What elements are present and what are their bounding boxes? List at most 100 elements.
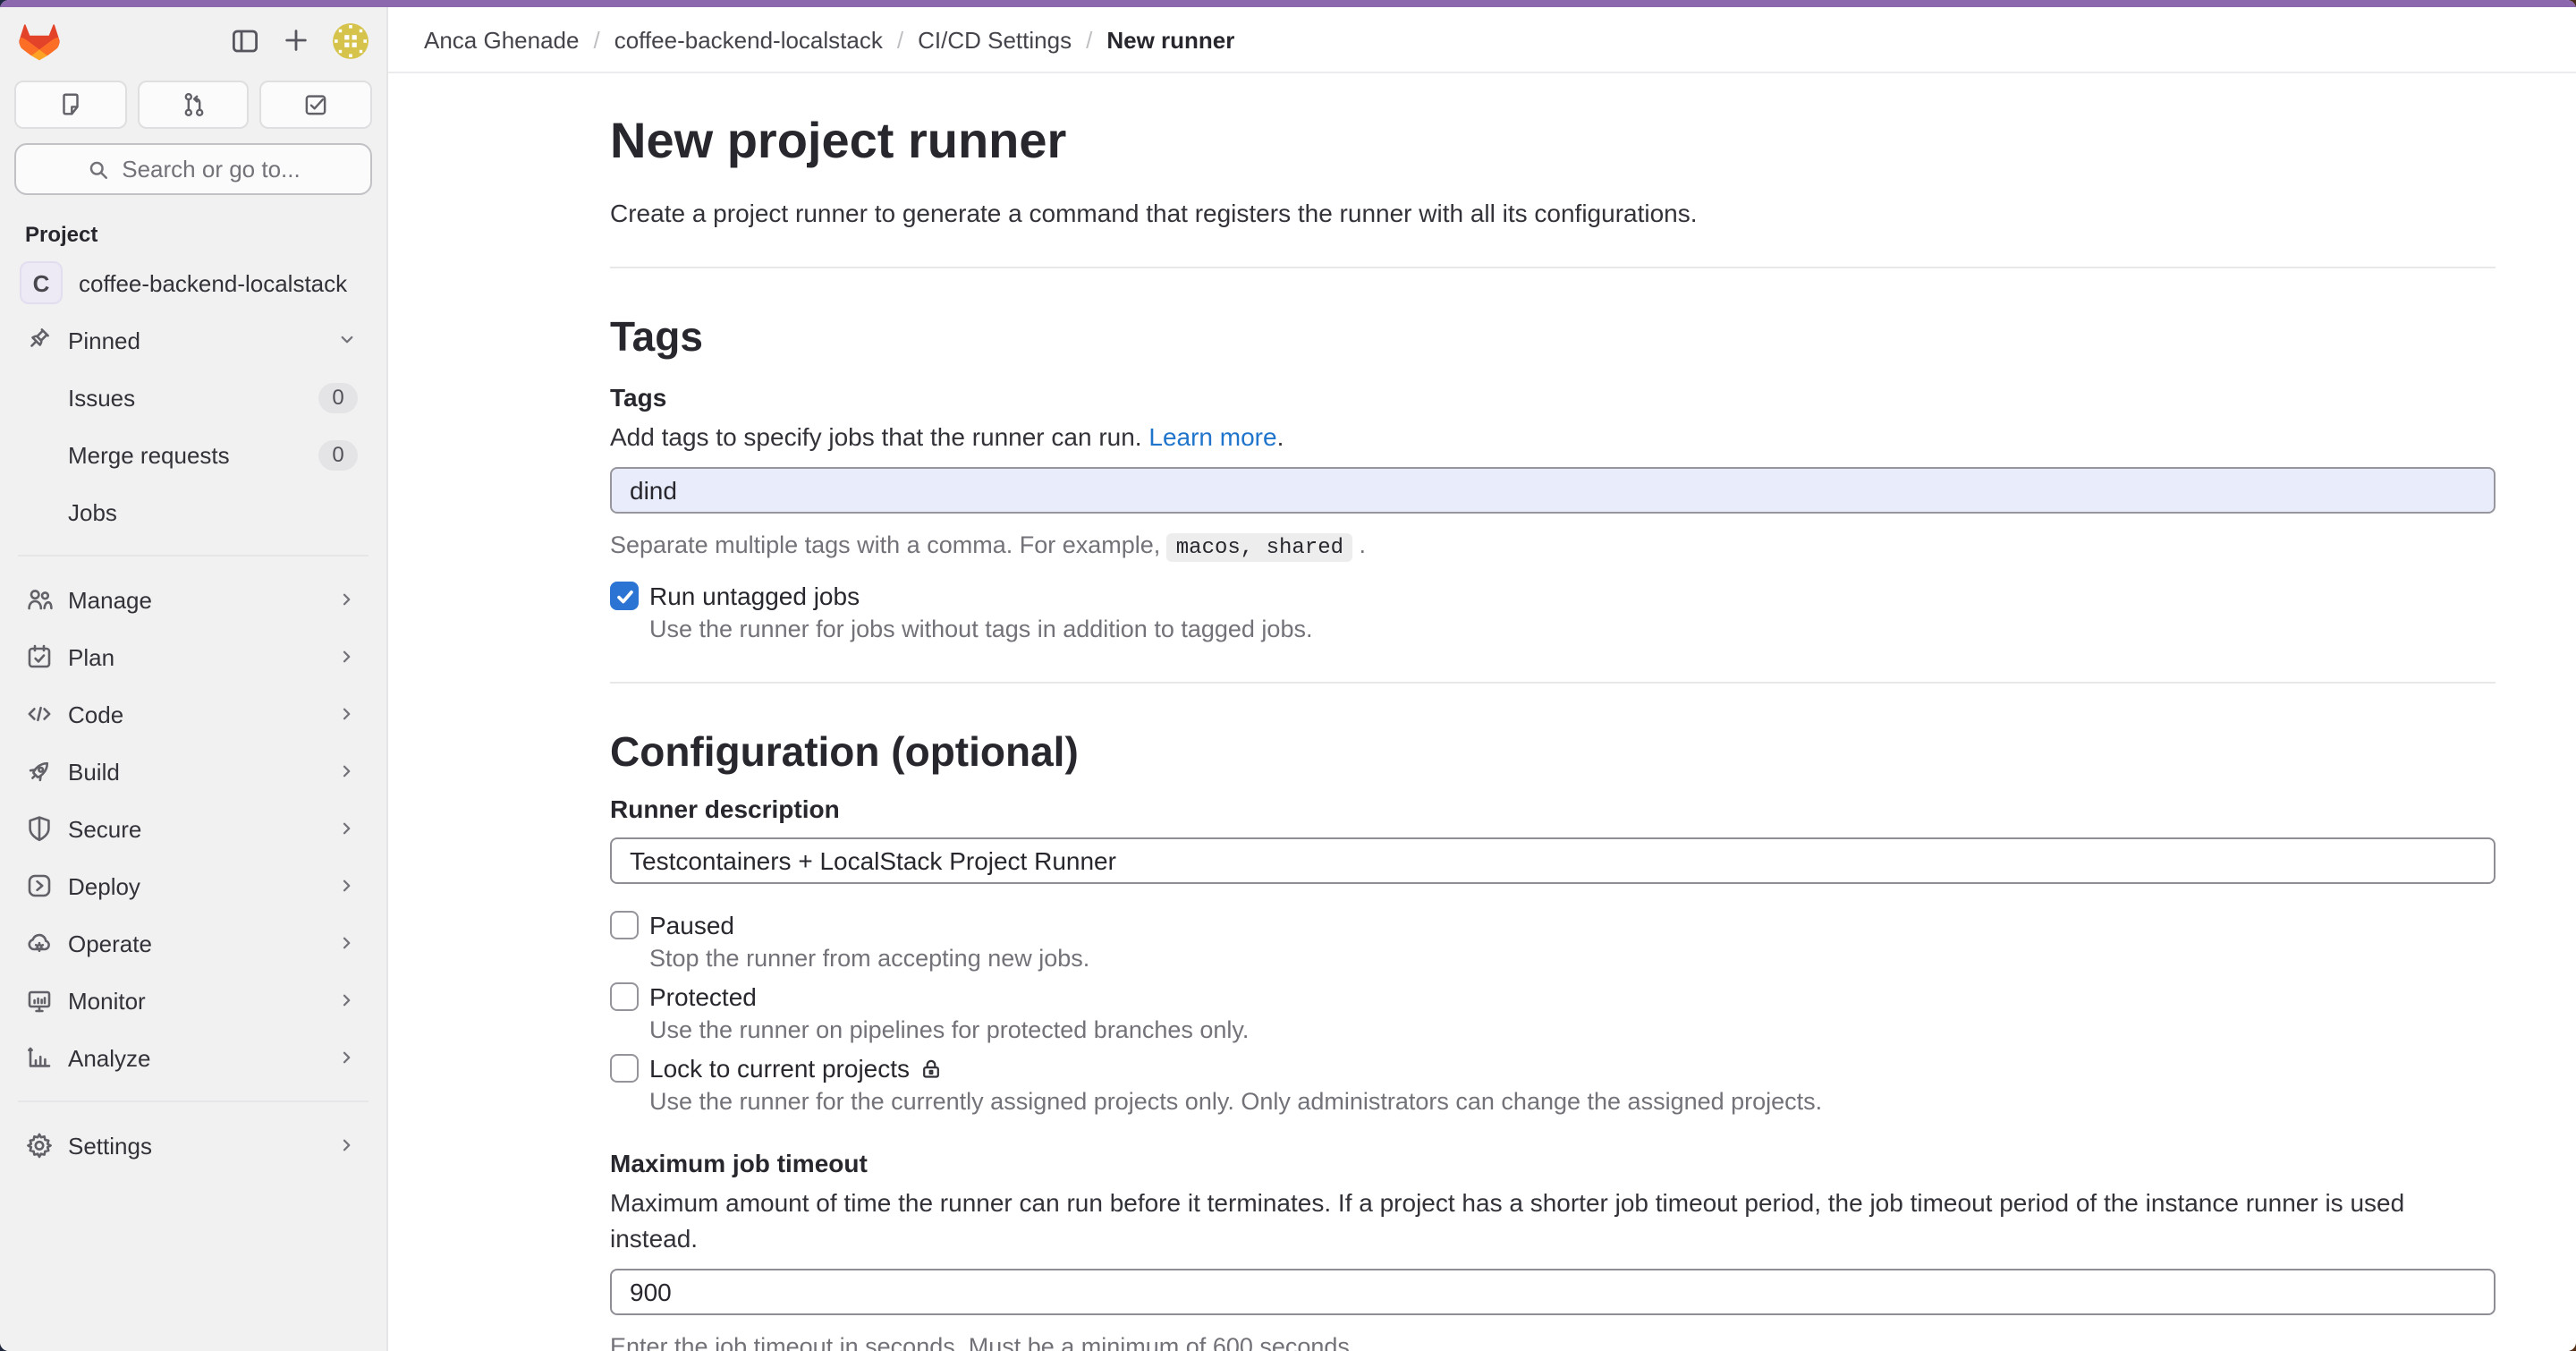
chevron-right-icon [336, 646, 358, 667]
breadcrumb-link-cicd-settings[interactable]: CI/CD Settings [918, 26, 1072, 53]
breadcrumb-link-user[interactable]: Anca Ghenade [424, 26, 579, 53]
sidebar-item-project[interactable]: C coffee-backend-localstack [14, 256, 372, 310]
run-untagged-jobs-row: Run untagged jobs Use the runner for job… [610, 580, 2496, 646]
protected-checkbox[interactable] [610, 982, 639, 1011]
rocket-icon [25, 757, 54, 786]
monitor-icon [25, 986, 54, 1015]
tags-hint: Separate multiple tags with a comma. For… [610, 528, 2496, 565]
gear-icon [25, 1131, 54, 1160]
merge-requests-count-badge: 0 [318, 439, 358, 470]
runner-description-label: Runner description [610, 794, 2496, 825]
tags-input[interactable] [610, 467, 2496, 514]
run-untagged-jobs-help: Use the runner for jobs without tags in … [649, 614, 1312, 646]
todos-shortcut-button[interactable] [260, 81, 372, 129]
calendar-check-icon [25, 642, 54, 671]
issues-shortcut-button[interactable] [14, 81, 126, 129]
merge-requests-shortcut-button[interactable] [137, 81, 249, 129]
sidebar-item-code[interactable]: Code [14, 687, 372, 741]
search-icon [86, 157, 111, 182]
lock-to-current-projects-help: Use the runner for the currently assigne… [649, 1086, 1822, 1118]
maximum-job-timeout-label: Maximum job timeout [610, 1149, 2496, 1179]
run-untagged-jobs-checkbox[interactable] [610, 582, 639, 610]
shield-icon [25, 814, 54, 843]
breadcrumb-separator: / [1086, 26, 1092, 53]
code-icon [25, 700, 54, 728]
sidebar-item-monitor[interactable]: Monitor [14, 973, 372, 1027]
plus-icon[interactable] [283, 27, 309, 54]
section-divider [610, 267, 2496, 268]
project-name: coffee-backend-localstack [79, 269, 372, 296]
chevron-right-icon [336, 818, 358, 839]
pinned-label: Pinned [68, 327, 336, 353]
paused-label[interactable]: Paused [649, 909, 1089, 941]
sidebar-item-issues[interactable]: Issues 0 [14, 370, 372, 424]
issues-icon [57, 91, 84, 118]
chevron-right-icon [336, 1134, 358, 1156]
paused-row: Paused Stop the runner from accepting ne… [610, 909, 2496, 975]
sidebar-item-pinned[interactable]: Pinned [14, 313, 372, 367]
section-divider [610, 682, 2496, 684]
breadcrumb-link-project[interactable]: coffee-backend-localstack [614, 26, 883, 53]
run-untagged-jobs-label[interactable]: Run untagged jobs [649, 580, 1312, 612]
sidebar-item-build[interactable]: Build [14, 744, 372, 798]
protected-help: Use the runner on pipelines for protecte… [649, 1015, 1249, 1047]
sidebar-section-label: Project [25, 222, 386, 247]
page-title: New project runner [610, 109, 2496, 174]
chevron-right-icon [336, 703, 358, 725]
deploy-icon [25, 871, 54, 900]
paused-help: Stop the runner from accepting new jobs. [649, 943, 1089, 975]
maximum-job-timeout-input[interactable] [610, 1269, 2496, 1315]
chevron-right-icon [336, 932, 358, 954]
sidebar-item-analyze[interactable]: Analyze [14, 1031, 372, 1084]
search-placeholder: Search or go to... [122, 156, 300, 183]
learn-more-link[interactable]: Learn more [1148, 422, 1276, 451]
sidebar-item-plan[interactable]: Plan [14, 630, 372, 684]
chevron-down-icon [336, 329, 358, 351]
tags-section-heading: Tags [610, 311, 2496, 361]
chevron-right-icon [336, 990, 358, 1011]
maximum-job-timeout-description: Maximum amount of time the runner can ru… [610, 1185, 2496, 1256]
pin-icon [25, 326, 54, 354]
lock-to-current-projects-checkbox[interactable] [610, 1054, 639, 1083]
runner-description-input[interactable] [610, 837, 2496, 884]
sidebar-item-jobs[interactable]: Jobs [14, 485, 372, 539]
window-accent-bar [0, 0, 2576, 7]
paused-checkbox[interactable] [610, 911, 639, 939]
sidebar-item-manage[interactable]: Manage [14, 573, 372, 626]
lock-to-current-projects-row: Lock to current projects [610, 1052, 2496, 1118]
todo-check-icon [302, 91, 329, 118]
tags-field-label: Tags [610, 383, 2496, 413]
sidebar-collapse-icon[interactable] [231, 26, 259, 55]
user-avatar[interactable] [333, 22, 369, 58]
gitlab-logo[interactable] [18, 20, 61, 61]
breadcrumb: Anca Ghenade / coffee-backend-localstack… [388, 7, 2576, 73]
sidebar-item-settings[interactable]: Settings [14, 1118, 372, 1172]
cloud-gear-icon [25, 929, 54, 957]
chevron-right-icon [336, 1047, 358, 1068]
issues-count-badge: 0 [318, 382, 358, 412]
page-subtitle: Create a project runner to generate a co… [610, 195, 2496, 231]
maximum-job-timeout-help: Enter the job timeout in seconds. Must b… [610, 1330, 2496, 1351]
breadcrumb-separator: / [897, 26, 903, 53]
project-avatar: C [20, 261, 63, 304]
sidebar-divider [18, 555, 369, 557]
sidebar-divider [18, 1100, 369, 1102]
sidebar-item-merge-requests[interactable]: Merge requests 0 [14, 428, 372, 481]
lock-to-current-projects-label[interactable]: Lock to current projects [649, 1052, 1822, 1084]
users-icon [25, 585, 54, 614]
chevron-right-icon [336, 875, 358, 896]
tags-example-code: macos, shared [1167, 533, 1352, 562]
chevron-right-icon [336, 760, 358, 782]
lock-icon [919, 1057, 942, 1080]
protected-label[interactable]: Protected [649, 981, 1249, 1013]
search-input[interactable]: Search or go to... [14, 143, 372, 195]
sidebar-item-deploy[interactable]: Deploy [14, 859, 372, 913]
breadcrumb-current: New runner [1106, 26, 1234, 53]
sidebar-item-secure[interactable]: Secure [14, 802, 372, 855]
chart-icon [25, 1043, 54, 1072]
tags-field-description: Add tags to specify jobs that the runner… [610, 419, 2496, 455]
sidebar-item-operate[interactable]: Operate [14, 916, 372, 970]
screen: Search or go to... Project C coffee-back… [0, 0, 2576, 1351]
browser-window: Search or go to... Project C coffee-back… [0, 0, 2576, 1351]
configuration-section-heading: Configuration (optional) [610, 726, 2496, 777]
